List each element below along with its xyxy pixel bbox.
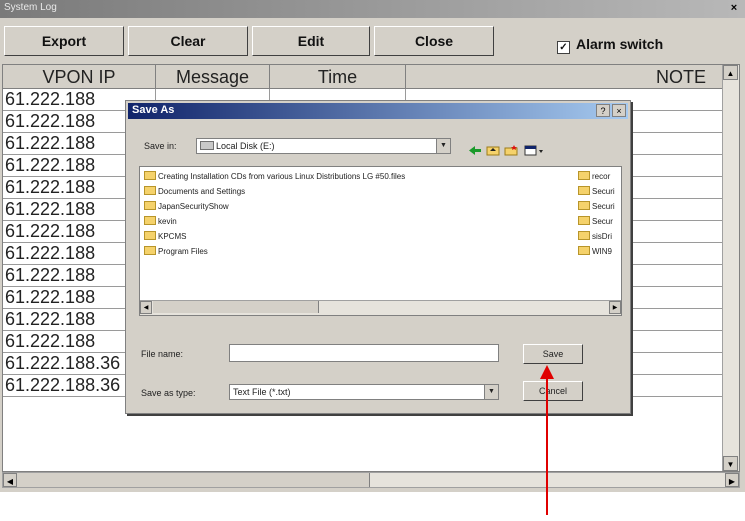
folder-item[interactable]: recor — [578, 171, 610, 183]
folder-item-label: kevin — [158, 217, 177, 226]
folder-icon — [578, 186, 590, 195]
save-as-dialog: Save As ? × Save in: Local Disk (E:) ▼ C… — [125, 100, 631, 414]
folder-icon — [578, 201, 590, 210]
dialog-close-icon[interactable]: × — [612, 104, 626, 117]
scroll-right-icon[interactable]: ▶ — [725, 473, 739, 487]
edit-button[interactable]: Edit — [252, 26, 370, 56]
column-header-vpon-ip[interactable]: VPON IP — [3, 65, 156, 89]
export-button[interactable]: Export — [4, 26, 124, 56]
folder-item-label: WIN9 — [592, 247, 612, 256]
folder-item-label: Securi — [592, 202, 615, 211]
column-header-message[interactable]: Message — [156, 65, 270, 89]
horizontal-scrollbar[interactable]: ◀ ▶ — [2, 472, 740, 488]
scroll-down-icon[interactable]: ▼ — [723, 456, 738, 471]
dialog-titlebar: Save As ? × — [128, 103, 628, 119]
alarm-switch-label: Alarm switch — [576, 36, 664, 52]
folder-icon — [144, 216, 156, 225]
chevron-down-icon[interactable]: ▼ — [436, 139, 450, 153]
drive-icon — [200, 141, 214, 150]
close-button[interactable]: Close — [374, 26, 494, 56]
folder-item-label: Documents and Settings — [158, 187, 246, 196]
folder-item-label: KPCMS — [158, 232, 187, 241]
file-name-label: File name: — [141, 349, 184, 359]
folder-item-label: Securi — [592, 187, 615, 196]
view-menu-icon[interactable] — [524, 145, 546, 156]
alarm-switch[interactable]: ✓ Alarm switch — [557, 36, 663, 54]
folder-item[interactable]: KPCMS — [144, 231, 186, 243]
column-header-time[interactable]: Time — [270, 65, 406, 89]
up-folder-icon[interactable] — [486, 145, 500, 156]
back-arrow-icon[interactable] — [468, 145, 482, 156]
folder-item[interactable]: kevin — [144, 216, 177, 228]
file-name-input[interactable] — [229, 344, 499, 362]
folder-item[interactable]: Secur — [578, 216, 613, 228]
folder-item[interactable]: WIN9 — [578, 246, 612, 258]
list-scroll-thumb[interactable] — [153, 301, 319, 313]
folder-item-label: Creating Installation CDs from various L… — [158, 172, 406, 181]
folder-item-label: sisDri — [592, 232, 612, 241]
list-scroll-right-icon[interactable]: ▶ — [609, 301, 621, 314]
column-header-note[interactable]: NOTE — [406, 65, 725, 89]
window-title: System Log — [4, 2, 57, 13]
scroll-left-icon[interactable]: ◀ — [3, 473, 17, 487]
window-titlebar: System Log × — [0, 0, 745, 18]
close-icon[interactable]: × — [727, 1, 741, 15]
save-in-dropdown[interactable]: Local Disk (E:) ▼ — [196, 138, 451, 154]
vertical-scrollbar[interactable]: ▲ ▼ — [722, 65, 739, 471]
save-as-type-dropdown[interactable]: Text File (*.txt) ▼ — [229, 384, 499, 400]
folder-item[interactable]: sisDri — [578, 231, 612, 243]
folder-item-label: recor — [592, 172, 611, 181]
folder-icon — [578, 231, 590, 240]
list-scroll-left-icon[interactable]: ◀ — [140, 301, 152, 314]
save-in-value: Local Disk (E:) — [216, 141, 275, 151]
folder-icon — [144, 171, 156, 180]
horizontal-scroll-thumb[interactable] — [17, 473, 370, 487]
dialog-title: Save As — [132, 104, 175, 116]
save-as-type-value: Text File (*.txt) — [233, 387, 291, 397]
folder-item[interactable]: Program Files — [144, 246, 208, 258]
folder-icon — [144, 186, 156, 195]
scroll-up-icon[interactable]: ▲ — [723, 65, 738, 80]
system-log-window: System Log × Export Clear Edit Close ✓ Al… — [0, 0, 745, 492]
cancel-button[interactable]: Cancel — [523, 381, 583, 401]
folder-item[interactable]: Securi — [578, 186, 615, 198]
folder-icon — [144, 231, 156, 240]
file-list-scrollbar[interactable]: ◀ ▶ — [140, 300, 621, 315]
folder-item[interactable]: JapanSecurityShow — [144, 201, 229, 213]
folder-icon — [144, 246, 156, 255]
folder-icon — [578, 171, 590, 180]
help-icon[interactable]: ? — [596, 104, 610, 117]
save-button[interactable]: Save — [523, 344, 583, 364]
folder-item-label: Secur — [592, 217, 613, 226]
new-folder-icon[interactable] — [504, 145, 518, 156]
save-as-type-label: Save as type: — [141, 388, 196, 398]
folder-icon — [144, 201, 156, 210]
type-chevron-down-icon[interactable]: ▼ — [484, 385, 498, 399]
folder-icon — [578, 246, 590, 255]
save-in-label: Save in: — [144, 141, 177, 151]
folder-item-label: Program Files — [158, 247, 208, 256]
file-list[interactable]: Creating Installation CDs from various L… — [139, 166, 622, 316]
folder-item[interactable]: Creating Installation CDs from various L… — [144, 171, 405, 183]
folder-item[interactable]: Securi — [578, 201, 615, 213]
folder-icon — [578, 216, 590, 225]
clear-button[interactable]: Clear — [128, 26, 248, 56]
annotation-arrow-line — [546, 377, 548, 515]
alarm-switch-checkbox[interactable]: ✓ — [557, 41, 570, 54]
folder-item-label: JapanSecurityShow — [158, 202, 229, 211]
folder-item[interactable]: Documents and Settings — [144, 186, 245, 198]
